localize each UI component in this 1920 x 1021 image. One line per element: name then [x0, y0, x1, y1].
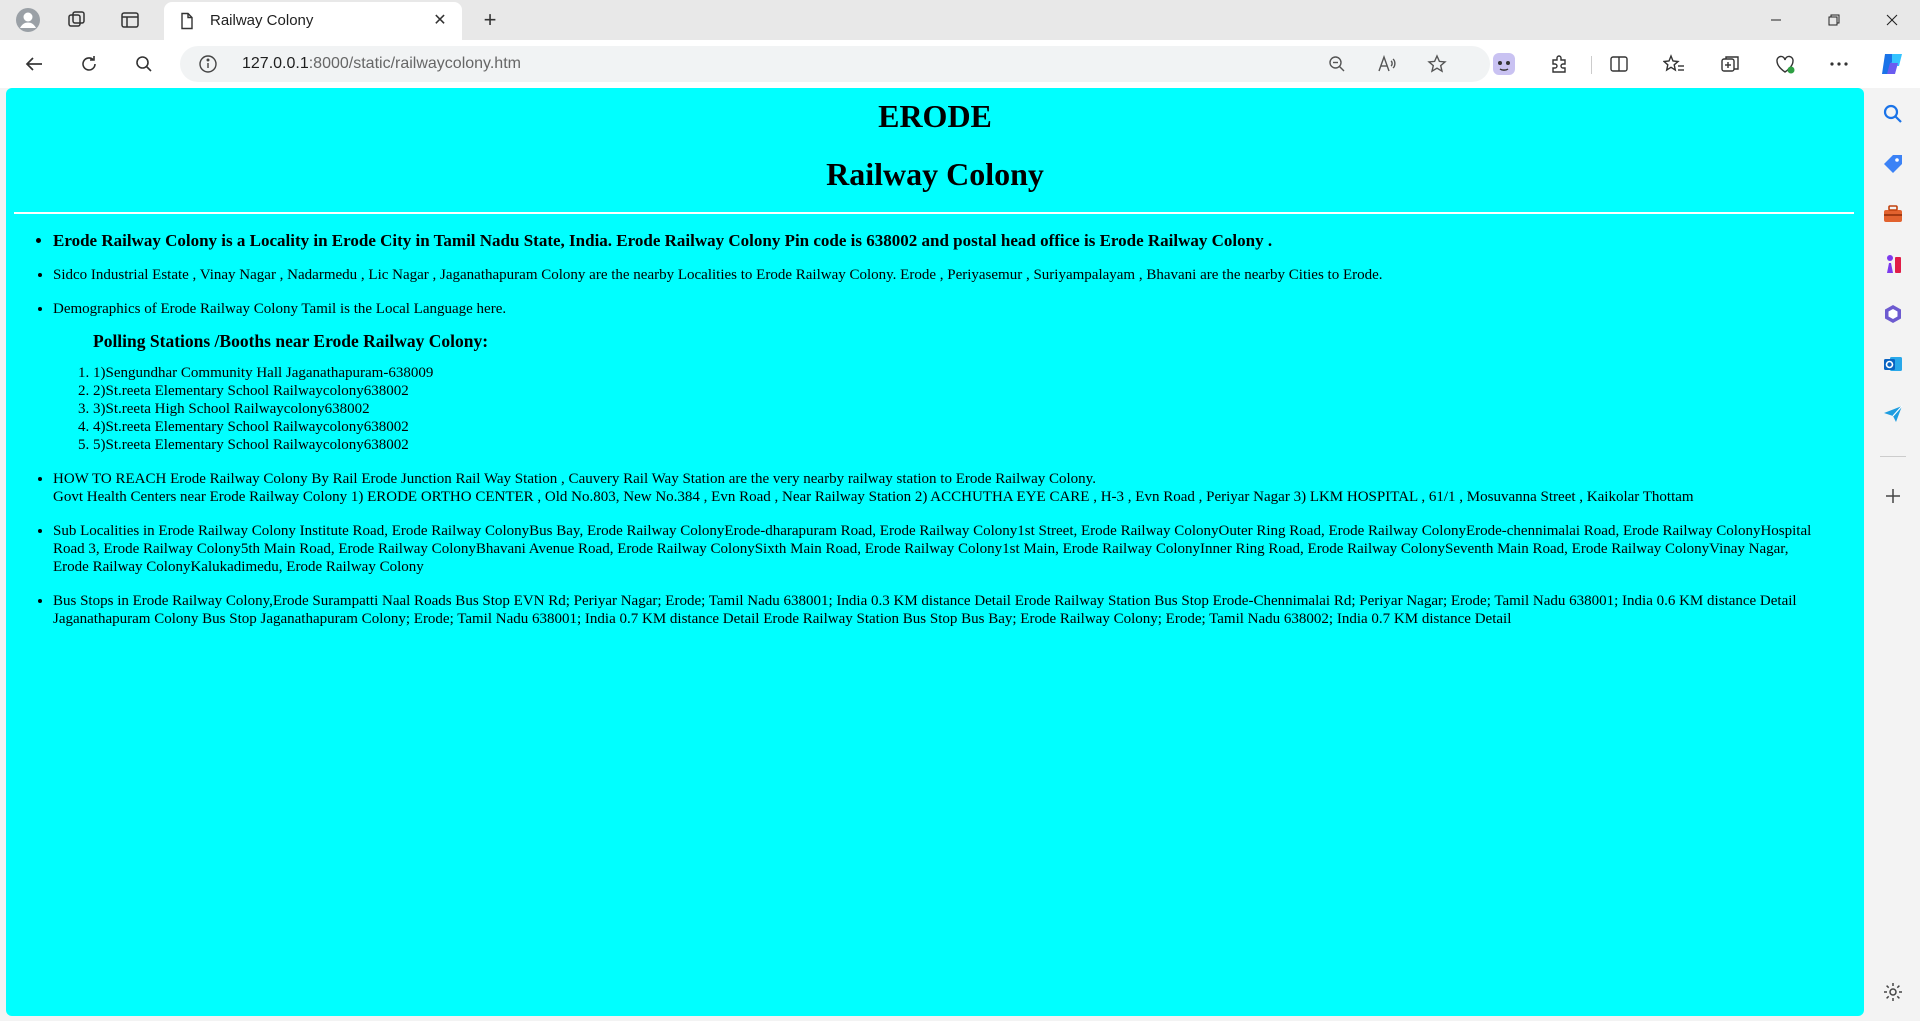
list-item-nearby: Sidco Industrial Estate , Vinay Nagar , …	[53, 266, 1824, 284]
site-info-icon[interactable]	[198, 54, 218, 74]
booths-list: 1)Sengundhar Community Hall Jaganathapur…	[53, 364, 1824, 454]
favorites-icon[interactable]	[1660, 50, 1688, 78]
zoom-out-icon[interactable]	[1325, 52, 1349, 76]
profile-icon[interactable]	[14, 6, 42, 34]
search-icon[interactable]	[130, 50, 158, 78]
close-window-icon[interactable]	[1864, 0, 1920, 40]
list-item-how-to-reach: HOW TO REACH Erode Railway Colony By Rai…	[53, 470, 1824, 506]
document-icon	[178, 12, 196, 30]
page-heading-locality: Railway Colony	[826, 156, 1044, 192]
page-content: Erode Railway Colony is a Locality in Er…	[6, 230, 1864, 644]
address-bar[interactable]: 127.0.0.1:8000/static/railwaycolony.htm	[180, 46, 1490, 82]
booth-item: 1)Sengundhar Community Hall Jaganathapur…	[93, 364, 1824, 382]
refresh-icon[interactable]	[75, 50, 103, 78]
booth-item: 2)St.reeta Elementary School Railwaycolo…	[93, 382, 1824, 400]
divider-line	[14, 212, 1854, 214]
new-tab-icon[interactable]: +	[476, 6, 504, 34]
demographics-text: Demographics of Erode Railway Colony Tam…	[53, 301, 507, 317]
edge-sidebar	[1866, 88, 1920, 1021]
copilot-icon[interactable]	[1878, 50, 1906, 78]
tab-title: Railway Colony	[210, 12, 314, 29]
list-item-bus-stops: Bus Stops in Erode Railway Colony,Erode …	[53, 592, 1824, 628]
info-list: Erode Railway Colony is a Locality in Er…	[6, 230, 1864, 628]
navigation-bar: 127.0.0.1:8000/static/railwaycolony.htm	[0, 40, 1920, 88]
tag-icon[interactable]	[1881, 152, 1905, 176]
booth-item: 5)St.reeta Elementary School Railwaycolo…	[93, 436, 1824, 454]
booth-item: 3)St.reeta High School Railwaycolony6380…	[93, 400, 1824, 418]
health-centers-text: Govt Health Centers near Erode Railway C…	[53, 489, 1694, 505]
favorite-star-icon[interactable]	[1425, 52, 1449, 76]
extensions-icon[interactable]	[1545, 50, 1573, 78]
page-viewport: ERODE Railway Colony Erode Railway Colon…	[6, 88, 1864, 1016]
split-screen-icon[interactable]	[1605, 50, 1633, 78]
back-icon[interactable]	[20, 50, 48, 78]
list-item-sub-localities: Sub Localities in Erode Railway Colony I…	[53, 522, 1824, 576]
workspaces-icon[interactable]	[63, 6, 91, 34]
extension-avatar-icon[interactable]	[1490, 50, 1518, 78]
outlook-icon[interactable]	[1881, 352, 1905, 376]
settings-icon[interactable]	[1881, 980, 1905, 1004]
browser-essentials-icon[interactable]	[1771, 50, 1799, 78]
title-bar: Railway Colony ✕ +	[0, 0, 1920, 40]
minimize-icon[interactable]	[1748, 0, 1804, 40]
more-options-icon[interactable]	[1825, 50, 1853, 78]
page-heading-city: ERODE	[878, 98, 992, 134]
collections-icon[interactable]	[1716, 50, 1744, 78]
list-item-demographics: Demographics of Erode Railway Colony Tam…	[53, 300, 1824, 454]
list-item-intro: Erode Railway Colony is a Locality in Er…	[53, 230, 1824, 252]
restore-icon[interactable]	[1806, 0, 1862, 40]
how-to-reach-text: HOW TO REACH Erode Railway Colony By Rai…	[53, 471, 1096, 487]
read-aloud-icon[interactable]	[1375, 52, 1399, 76]
polling-stations-heading: Polling Stations /Booths near Erode Rail…	[93, 331, 489, 351]
booth-item: 4)St.reeta Elementary School Railwaycolo…	[93, 418, 1824, 436]
sidebar-search-icon[interactable]	[1881, 102, 1905, 126]
url-text[interactable]: 127.0.0.1:8000/static/railwaycolony.htm	[242, 55, 521, 73]
send-icon[interactable]	[1881, 402, 1905, 426]
m365-copilot-icon[interactable]	[1881, 302, 1905, 326]
tab-actions-icon[interactable]	[116, 6, 144, 34]
chess-icon[interactable]	[1881, 252, 1905, 276]
add-icon[interactable]	[1881, 484, 1905, 508]
toolbox-icon[interactable]	[1881, 202, 1905, 226]
sidebar-divider	[1880, 456, 1906, 457]
toolbar-divider	[1591, 56, 1592, 74]
close-tab-icon[interactable]: ✕	[428, 8, 452, 32]
active-tab[interactable]: Railway Colony ✕	[164, 2, 462, 40]
